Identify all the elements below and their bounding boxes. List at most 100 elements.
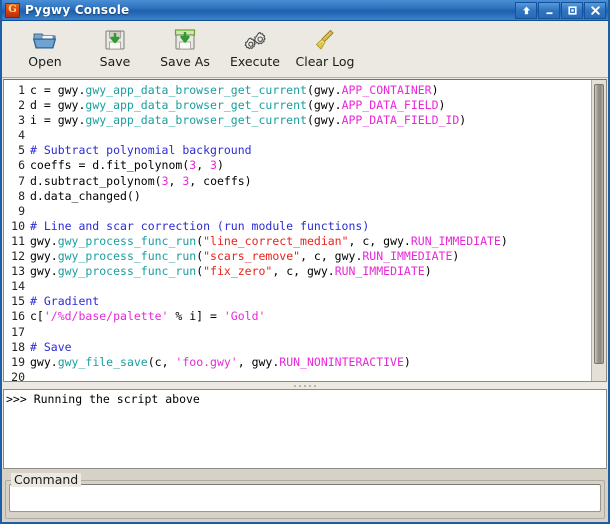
code-token: 3: [161, 173, 169, 188]
log-output[interactable]: >>> Running the script above: [3, 389, 607, 469]
editor-vertical-scrollbar[interactable]: [591, 80, 606, 381]
line-number: 19: [11, 354, 25, 369]
code-token: d.subtract_polynom(: [30, 173, 162, 188]
up-arrow-icon: [522, 6, 530, 14]
code-token: "scars_remove": [203, 249, 301, 264]
code-token: 'Gold': [223, 309, 266, 324]
maximize-button[interactable]: [561, 1, 583, 19]
code-line: gwy.gwy_process_func_run("scars_remove",…: [30, 249, 591, 264]
code-line: # Line and scar correction (run module f…: [30, 219, 591, 234]
code-token: "line_correct_median": [203, 233, 349, 248]
code-token: RUN_IMMEDIATE: [410, 233, 501, 248]
script-editor-scrollarea: 1234567891011121314151617181920212223 c …: [4, 80, 591, 381]
line-number: 10: [11, 218, 25, 233]
command-input[interactable]: [9, 484, 601, 512]
title-bar[interactable]: G Pygwy Console: [2, 0, 608, 21]
splitter-grip-icon: [294, 384, 316, 387]
code-line: d.data_changed(): [30, 189, 591, 204]
broom-icon: [312, 27, 338, 53]
code-token: , gwy.: [237, 354, 280, 369]
save-disk-icon: [102, 27, 128, 53]
line-number: 2: [18, 98, 25, 113]
pane-splitter-handle[interactable]: [2, 382, 608, 389]
code-line: c = gwy.gwy_app_data_browser_get_current…: [30, 83, 591, 98]
code-token: APP_CONTAINER: [341, 83, 432, 97]
open-button[interactable]: Open: [10, 24, 80, 76]
code-token: i = gwy.: [30, 113, 86, 128]
pygwy-console-window: G Pygwy Console Open Save Save As Execut…: [0, 0, 610, 524]
code-token: # Line and scar correction (run module f…: [30, 218, 370, 233]
code-token: gwy_app_data_browser_get_current: [85, 98, 307, 113]
line-number: 3: [18, 113, 25, 128]
code-token: c[: [30, 309, 44, 324]
line-number: 5: [18, 143, 25, 158]
minimize-button[interactable]: [538, 1, 560, 19]
code-line: # Save: [30, 340, 591, 355]
code-token: # Subtract polynomial background: [30, 143, 252, 158]
code-token: gwy.: [30, 249, 58, 264]
code-line: gwy.gwy_file_save(c, 'foo.gwy', gwy.RUN_…: [30, 355, 591, 370]
script-editor-text[interactable]: c = gwy.gwy_app_data_browser_get_current…: [28, 80, 591, 381]
code-token: 3: [210, 158, 217, 173]
code-token: (gwy.: [306, 113, 342, 128]
code-token: gwy_app_data_browser_get_current: [85, 113, 307, 128]
code-token: ): [459, 113, 467, 128]
code-token: gwy_process_func_run: [57, 264, 197, 279]
code-token: gwy.: [30, 354, 58, 369]
code-token: gwy_file_save: [57, 354, 148, 369]
close-button[interactable]: [584, 1, 606, 19]
code-token: (gwy.: [306, 83, 342, 97]
script-editor-pane: 1234567891011121314151617181920212223 c …: [3, 79, 607, 382]
code-token: APP_DATA_FIELD: [341, 98, 439, 113]
code-token: ,: [168, 173, 183, 188]
code-token: gwy_process_func_run: [57, 249, 197, 264]
code-token: % i] =: [168, 309, 224, 324]
save-as-button-label: Save As: [160, 54, 210, 69]
save-as-disk-icon: [172, 27, 198, 53]
clear-log-button-label: Clear Log: [295, 54, 355, 69]
console-paned: 1234567891011121314151617181920212223 c …: [2, 78, 608, 469]
execute-button[interactable]: Execute: [220, 24, 290, 76]
code-token: coeffs = d.fit_polynom(: [30, 158, 190, 173]
code-token: ): [431, 83, 439, 97]
code-token: # Save: [30, 339, 72, 354]
line-number: 7: [18, 173, 25, 188]
line-number: 16: [11, 309, 25, 324]
line-number: 15: [11, 294, 25, 309]
code-token: RUN_NONINTERACTIVE: [279, 354, 404, 369]
line-number-gutter: 1234567891011121314151617181920212223: [4, 80, 28, 381]
code-token: d = gwy.: [30, 98, 86, 113]
code-token: (c,: [147, 354, 176, 369]
line-number: 20: [11, 369, 25, 381]
maximize-icon: [567, 5, 577, 15]
window-controls: [515, 1, 606, 19]
line-number: 6: [18, 158, 25, 173]
editor-scrollbar-thumb[interactable]: [594, 84, 604, 364]
code-token: ,: [196, 158, 211, 173]
code-line: gwy.gwy_process_func_run("line_correct_m…: [30, 234, 591, 249]
clear-log-button[interactable]: Clear Log: [290, 24, 360, 76]
line-number: 17: [11, 324, 25, 339]
line-number: 14: [11, 279, 25, 294]
code-token: ): [452, 249, 460, 264]
line-number: 13: [11, 264, 25, 279]
gwyddion-logo-icon: G: [5, 2, 20, 18]
code-token: ): [403, 354, 411, 369]
line-number: 18: [11, 339, 25, 354]
save-as-button[interactable]: Save As: [150, 24, 220, 76]
code-token: c = gwy.: [30, 83, 86, 97]
code-token: gwy_process_func_run: [57, 233, 197, 248]
code-token: ): [424, 264, 432, 279]
save-button[interactable]: Save: [80, 24, 150, 76]
code-line: d.subtract_polynom(3, 3, coeffs): [30, 174, 591, 189]
code-token: gwy_app_data_browser_get_current: [85, 83, 307, 97]
code-line: c['/%d/base/palette' % i] = 'Gold': [30, 309, 591, 324]
main-toolbar: Open Save Save As Execute Clear Log: [2, 21, 608, 78]
code-line: d = gwy.gwy_app_data_browser_get_current…: [30, 98, 591, 113]
code-token: RUN_IMMEDIATE: [362, 249, 453, 264]
code-line: i = gwy.gwy_app_data_browser_get_current…: [30, 113, 591, 128]
shade-button[interactable]: [515, 1, 537, 19]
